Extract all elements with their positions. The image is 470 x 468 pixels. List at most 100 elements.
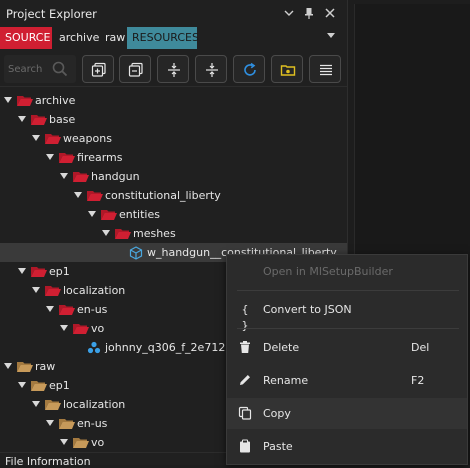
tree-row-label: firearms xyxy=(77,151,123,164)
braces-icon: { } xyxy=(241,303,249,332)
expand-arrow-icon[interactable] xyxy=(60,173,68,179)
expand-arrow-icon[interactable] xyxy=(18,382,26,388)
tree-row-firearms[interactable]: firearms xyxy=(0,148,347,167)
folder-open-icon xyxy=(87,191,103,201)
tree-row-label: vo xyxy=(91,322,105,335)
expand-arrow-icon[interactable] xyxy=(46,154,54,160)
tree-row-label: ep1 xyxy=(49,379,70,392)
expand-arrow-icon[interactable] xyxy=(88,211,96,217)
collapse-all-button[interactable] xyxy=(119,55,151,83)
refresh-button[interactable] xyxy=(233,55,265,83)
expand-arrow-icon[interactable] xyxy=(4,363,12,369)
menu-icon xyxy=(320,64,332,76)
menu-divider xyxy=(237,290,459,291)
tree-row-label: vo xyxy=(91,436,105,449)
expand-children-icon xyxy=(168,63,180,77)
menu-item-open-in-mlsetupbuilder: Open in MlSetupBuilder xyxy=(227,256,467,287)
tree-row-label: johnny_q306_f_2e712d5c xyxy=(105,341,246,354)
chevron-down-icon[interactable] xyxy=(282,6,296,20)
expand-arrow-icon[interactable] xyxy=(60,325,68,331)
tree-row-label: localization xyxy=(63,398,126,411)
menu-button[interactable] xyxy=(309,55,341,83)
search-icon[interactable] xyxy=(52,61,68,77)
folder-open-icon xyxy=(59,419,75,429)
search-input[interactable] xyxy=(8,61,44,77)
folder-open-icon xyxy=(17,362,33,372)
paste-icon xyxy=(237,439,253,455)
tree-row-label: localization xyxy=(63,284,126,297)
expand-arrow-icon[interactable] xyxy=(60,439,68,445)
tab-resources[interactable]: RESOURCES xyxy=(127,27,199,49)
pin-icon[interactable] xyxy=(302,6,316,20)
menu-item-copy[interactable]: Copy xyxy=(227,398,467,429)
expand-arrow-icon[interactable] xyxy=(46,420,54,426)
tree-row-handgun[interactable]: handgun xyxy=(0,167,347,186)
tree-row-label: archive xyxy=(35,94,76,107)
expand-arrow-icon[interactable] xyxy=(32,287,40,293)
refresh-icon xyxy=(244,62,256,76)
tab-bar: SOURCE archive raw RESOURCES xyxy=(0,27,347,49)
expand-arrow-icon[interactable] xyxy=(46,306,54,312)
tree-row-label: weapons xyxy=(63,132,112,145)
tree-row-base[interactable]: base xyxy=(0,110,347,129)
copy-icon xyxy=(237,406,253,422)
tree-row-label: base xyxy=(49,113,76,126)
file-information-title: File Information xyxy=(5,455,91,468)
filter-icon xyxy=(280,65,296,76)
pencil-icon xyxy=(237,373,253,389)
expand-arrow-icon[interactable] xyxy=(32,135,40,141)
expand-arrow-icon[interactable] xyxy=(18,268,26,274)
expand-all-icon xyxy=(91,62,106,77)
folder-open-icon xyxy=(101,210,117,220)
expand-arrow-icon[interactable] xyxy=(74,192,82,198)
close-icon[interactable] xyxy=(323,6,337,20)
folder-open-icon xyxy=(115,229,131,239)
tree-row-weapons[interactable]: weapons xyxy=(0,129,347,148)
tab-archive[interactable]: archive xyxy=(54,27,99,49)
expand-arrow-icon[interactable] xyxy=(18,116,26,122)
folder-open-icon xyxy=(31,267,47,277)
menu-divider xyxy=(237,328,459,329)
shortcut-label: Del xyxy=(411,341,430,354)
tab-raw[interactable]: raw xyxy=(100,27,126,49)
expand-arrow-icon[interactable] xyxy=(102,230,110,236)
tree-row-meshes[interactable]: meshes xyxy=(0,224,347,243)
explorer-toolbar xyxy=(0,51,347,87)
expand-arrow-icon[interactable] xyxy=(4,97,12,103)
collapse-children-button[interactable] xyxy=(195,55,227,83)
tree-row-label: entities xyxy=(119,208,160,221)
tabs-dropdown-icon[interactable] xyxy=(327,33,335,38)
expand-children-button[interactable] xyxy=(157,55,189,83)
context-menu: Open in MlSetupBuilder { } Convert to JS… xyxy=(226,254,468,465)
audio-file-icon xyxy=(87,341,101,354)
tree-row-archive[interactable]: archive xyxy=(0,91,347,110)
trash-icon xyxy=(237,340,253,356)
collapse-all-icon xyxy=(128,62,143,77)
menu-item-delete[interactable]: Delete Del xyxy=(227,332,467,363)
tree-row-label: en-us xyxy=(77,303,108,316)
folder-open-icon xyxy=(45,134,61,144)
folder-open-icon xyxy=(31,115,47,125)
menu-item-convert-to-json[interactable]: { } Convert to JSON xyxy=(227,294,467,332)
folder-open-icon xyxy=(45,400,61,410)
menu-item-label: Copy xyxy=(263,407,291,420)
tree-row-label: ep1 xyxy=(49,265,70,278)
folder-open-icon xyxy=(73,324,89,334)
expand-arrow-icon[interactable] xyxy=(32,401,40,407)
tree-row-label: meshes xyxy=(133,227,176,240)
folder-open-icon xyxy=(73,172,89,182)
filter-button[interactable] xyxy=(271,55,303,83)
menu-item-paste[interactable]: Paste xyxy=(227,431,467,462)
folder-open-icon xyxy=(45,286,61,296)
tree-row-constitutional-liberty[interactable]: constitutional_liberty xyxy=(0,186,347,205)
panel-titlebar: Project Explorer xyxy=(0,0,347,27)
mesh-cube-icon xyxy=(129,246,143,260)
menu-item-label: Delete xyxy=(263,341,300,354)
tab-source[interactable]: SOURCE xyxy=(0,27,52,49)
folder-open-icon xyxy=(73,438,89,448)
menu-item-rename[interactable]: Rename F2 xyxy=(227,365,467,396)
tree-row-entities[interactable]: entities xyxy=(0,205,347,224)
search-box[interactable] xyxy=(4,55,76,83)
menu-item-label: Rename xyxy=(263,374,309,387)
expand-all-button[interactable] xyxy=(82,55,114,83)
